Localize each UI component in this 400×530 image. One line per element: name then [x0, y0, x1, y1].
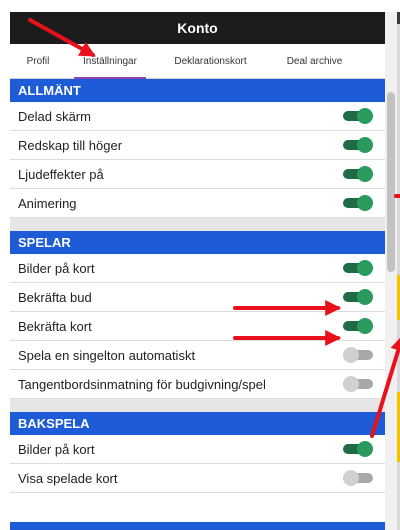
settings-panel: Konto Profil Inställningar Deklarationsk… [10, 12, 385, 530]
tab-label: Inställningar [83, 55, 137, 67]
toggle-switch[interactable] [343, 260, 373, 276]
tab-label: Profil [26, 55, 50, 67]
setting-row-spela-singelton: Spela en singelton automatiskt [10, 341, 385, 370]
stage: Konto Profil Inställningar Deklarationsk… [0, 0, 400, 530]
setting-label: Tangentbordsinmatning för budgivning/spe… [18, 376, 266, 392]
next-section-header [10, 522, 385, 530]
toggle-switch[interactable] [343, 376, 373, 392]
tab-deklarationskort[interactable]: Deklarationskort [154, 44, 267, 78]
setting-label: Visa spelade kort [18, 470, 118, 486]
setting-label: Bilder på kort [18, 260, 95, 276]
toggle-switch[interactable] [343, 347, 373, 363]
vertical-scrollbar[interactable] [385, 12, 397, 530]
setting-label: Bekräfta bud [18, 289, 92, 305]
setting-label: Bilder på kort [18, 441, 95, 457]
toggle-switch[interactable] [343, 318, 373, 334]
tab-installningar[interactable]: Inställningar [66, 44, 154, 79]
panel-title: Konto [177, 20, 218, 36]
toggle-switch[interactable] [343, 195, 373, 211]
section-title: ALLMÄNT [18, 83, 81, 98]
tab-deal-archive[interactable]: Deal archive [267, 44, 362, 78]
toggle-switch[interactable] [343, 470, 373, 486]
toggle-switch[interactable] [343, 289, 373, 305]
setting-row-bakspela-bilder-pa-kort: Bilder på kort [10, 435, 385, 464]
setting-row-bilder-pa-kort: Bilder på kort [10, 254, 385, 283]
section-gap [10, 399, 385, 412]
setting-label: Spela en singelton automatiskt [18, 347, 196, 363]
setting-row-visa-spelade-kort: Visa spelade kort [10, 464, 385, 493]
tab-bar: Profil Inställningar Deklarationskort De… [10, 44, 385, 79]
setting-label: Bekräfta kort [18, 318, 92, 334]
toggle-switch[interactable] [343, 108, 373, 124]
section-gap [10, 218, 385, 231]
setting-row-bekrafta-bud: Bekräfta bud [10, 283, 385, 312]
setting-label: Delad skärm [18, 108, 91, 124]
panel-header: Konto [10, 12, 385, 44]
toggle-switch[interactable] [343, 137, 373, 153]
setting-row-tangentbordsinmatning: Tangentbordsinmatning för budgivning/spe… [10, 370, 385, 399]
setting-label: Ljudeffekter på [18, 166, 104, 182]
tab-profil[interactable]: Profil [10, 44, 66, 78]
section-title: SPELAR [18, 235, 71, 250]
tab-label: Deal archive [286, 55, 343, 67]
section-header-spelar: SPELAR [10, 231, 385, 254]
section-header-allmant: ALLMÄNT [10, 79, 385, 102]
section-header-bakspela: BAKSPELA [10, 412, 385, 435]
toggle-switch[interactable] [343, 166, 373, 182]
top-strip [0, 0, 400, 12]
section-title: BAKSPELA [18, 416, 90, 431]
toggle-switch[interactable] [343, 441, 373, 457]
setting-label: Animering [18, 195, 77, 211]
scrollbar-thumb[interactable] [387, 92, 395, 272]
setting-row-bekrafta-kort: Bekräfta kort [10, 312, 385, 341]
setting-row-redskap-till-hoger: Redskap till höger [10, 131, 385, 160]
setting-label: Redskap till höger [18, 137, 123, 153]
setting-row-ljudeffekter-pa: Ljudeffekter på [10, 160, 385, 189]
tab-label: Deklarationskort [174, 55, 247, 67]
setting-row-delad-skarm: Delad skärm [10, 102, 385, 131]
setting-row-animering: Animering [10, 189, 385, 218]
